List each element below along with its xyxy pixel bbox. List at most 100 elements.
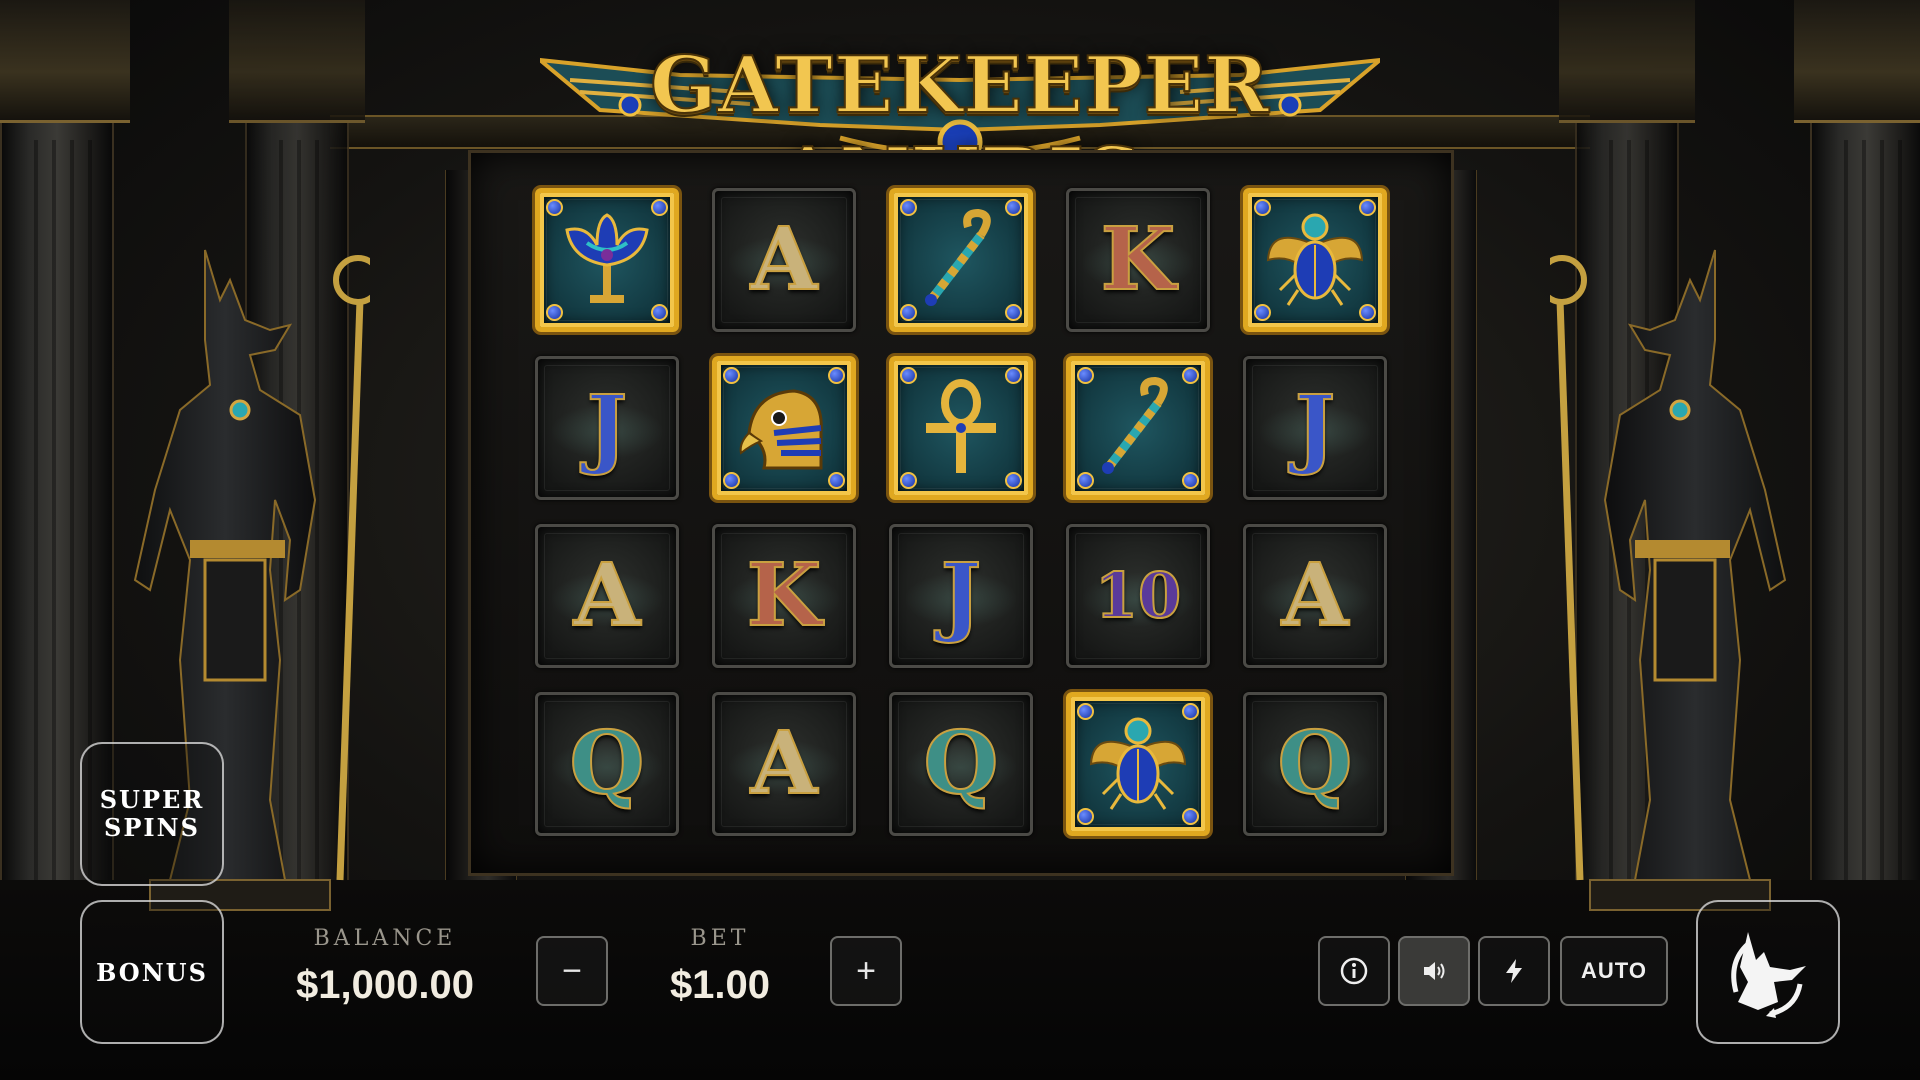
- reel-symbol-k: K: [1066, 188, 1210, 332]
- lightning-icon: [1506, 959, 1522, 983]
- gem-stud: [1077, 808, 1094, 825]
- symbol-letter: J: [586, 377, 629, 478]
- reel-symbol-lotus: [535, 188, 679, 332]
- bet-value: $1.00: [669, 963, 771, 1007]
- auto-label: AUTO: [1581, 958, 1647, 983]
- gem-stud: [1077, 472, 1094, 489]
- gem-stud: [900, 367, 917, 384]
- super-spins-label-line1: SUPER: [99, 785, 205, 814]
- wing-ornament: [550, 572, 664, 627]
- spin-button[interactable]: [1696, 900, 1840, 1044]
- gem-stud: [1182, 703, 1199, 720]
- reel-grid: A K J J A K J 10 A Q A Q Q: [535, 188, 1387, 842]
- bet-label: BET: [690, 926, 750, 951]
- reel-symbol-q: Q: [889, 692, 1033, 836]
- super-spins-label-line2: SPINS: [104, 813, 200, 842]
- wing-ornament: [904, 740, 1018, 795]
- symbol-letter: Q: [923, 713, 1000, 814]
- gem-stud: [900, 199, 917, 216]
- reel-symbol-j: J: [535, 356, 679, 500]
- reel-symbol-a: A: [712, 188, 856, 332]
- gem-stud: [651, 199, 668, 216]
- wing-ornament: [727, 236, 841, 291]
- symbol-letter: Q: [569, 713, 646, 814]
- balance-value: $1,000.00: [296, 963, 474, 1007]
- wing-ornament: [1258, 404, 1372, 459]
- gem-stud: [1005, 367, 1022, 384]
- bonus-button[interactable]: BONUS: [80, 900, 224, 1044]
- bonus-label: BONUS: [96, 957, 208, 987]
- reel-symbol-crook: [889, 188, 1033, 332]
- anubis-statue-right: [1550, 249, 1787, 911]
- anubis-spin-icon: [1731, 932, 1806, 1018]
- gem-stud: [1077, 703, 1094, 720]
- balance-label: BALANCE: [313, 926, 457, 951]
- scarab-icon: [1248, 193, 1382, 327]
- reel-symbol-a: A: [712, 692, 856, 836]
- minus-icon: −: [562, 951, 582, 990]
- wing-ornament: [904, 572, 1018, 627]
- reel-symbol-k: K: [712, 524, 856, 668]
- gem-stud: [1359, 304, 1376, 321]
- ankh-icon: [894, 361, 1028, 495]
- symbol-letter: K: [746, 545, 823, 646]
- gem-stud: [723, 472, 740, 489]
- gem-stud: [651, 304, 668, 321]
- symbol-letter: K: [1100, 209, 1177, 310]
- falcon-icon: [717, 361, 851, 495]
- gem-stud: [900, 304, 917, 321]
- reel-symbol-scarab: [1066, 692, 1210, 836]
- scarab-icon: [1071, 697, 1205, 831]
- gem-stud: [1005, 304, 1022, 321]
- turbo-button[interactable]: [1478, 936, 1550, 1006]
- gem-stud: [546, 199, 563, 216]
- symbol-letter: A: [573, 545, 642, 646]
- reel-symbol-10: 10: [1066, 524, 1210, 668]
- lotus-icon: [540, 193, 674, 327]
- sound-icon: [1424, 962, 1445, 980]
- gem-stud: [546, 304, 563, 321]
- reel-symbol-q: Q: [535, 692, 679, 836]
- reel-symbol-j: J: [1243, 356, 1387, 500]
- crook-icon: [1071, 361, 1205, 495]
- symbol-letter: J: [1294, 377, 1337, 478]
- reel-symbol-q: Q: [1243, 692, 1387, 836]
- bet-decrease-button[interactable]: −: [536, 936, 608, 1006]
- gem-stud: [723, 367, 740, 384]
- gem-stud: [1254, 304, 1271, 321]
- gem-stud: [1182, 367, 1199, 384]
- crook-icon: [894, 193, 1028, 327]
- wing-ornament: [1258, 740, 1372, 795]
- gem-stud: [828, 367, 845, 384]
- reel-symbol-crook: [1066, 356, 1210, 500]
- wing-ornament: [1081, 236, 1195, 291]
- plus-icon: +: [856, 951, 876, 990]
- gem-stud: [1005, 199, 1022, 216]
- gem-stud: [1005, 472, 1022, 489]
- gem-stud: [900, 472, 917, 489]
- symbol-letter: A: [1281, 545, 1350, 646]
- reel-symbol-scarab: [1243, 188, 1387, 332]
- reel-symbol-a: A: [535, 524, 679, 668]
- symbol-letter: A: [750, 209, 819, 310]
- bet-increase-button[interactable]: +: [830, 936, 902, 1006]
- gem-stud: [1359, 199, 1376, 216]
- symbol-letter: A: [750, 713, 819, 814]
- reel-symbol-falcon: [712, 356, 856, 500]
- reel-symbol-j: J: [889, 524, 1033, 668]
- gem-stud: [1254, 199, 1271, 216]
- wing-ornament: [1258, 572, 1372, 627]
- auto-button[interactable]: AUTO: [1560, 936, 1668, 1006]
- symbol-letter: 10: [1094, 559, 1182, 632]
- wing-ornament: [550, 404, 664, 459]
- symbol-letter: J: [940, 545, 983, 646]
- gem-stud: [1077, 367, 1094, 384]
- info-button[interactable]: [1318, 936, 1390, 1006]
- super-spins-button[interactable]: SUPER SPINS: [80, 742, 224, 886]
- info-icon: [1340, 957, 1368, 985]
- reel-symbol-ankh: [889, 356, 1033, 500]
- sound-button[interactable]: [1398, 936, 1470, 1006]
- symbol-letter: Q: [1277, 713, 1354, 814]
- gem-stud: [1182, 472, 1199, 489]
- wing-ornament: [1081, 572, 1195, 627]
